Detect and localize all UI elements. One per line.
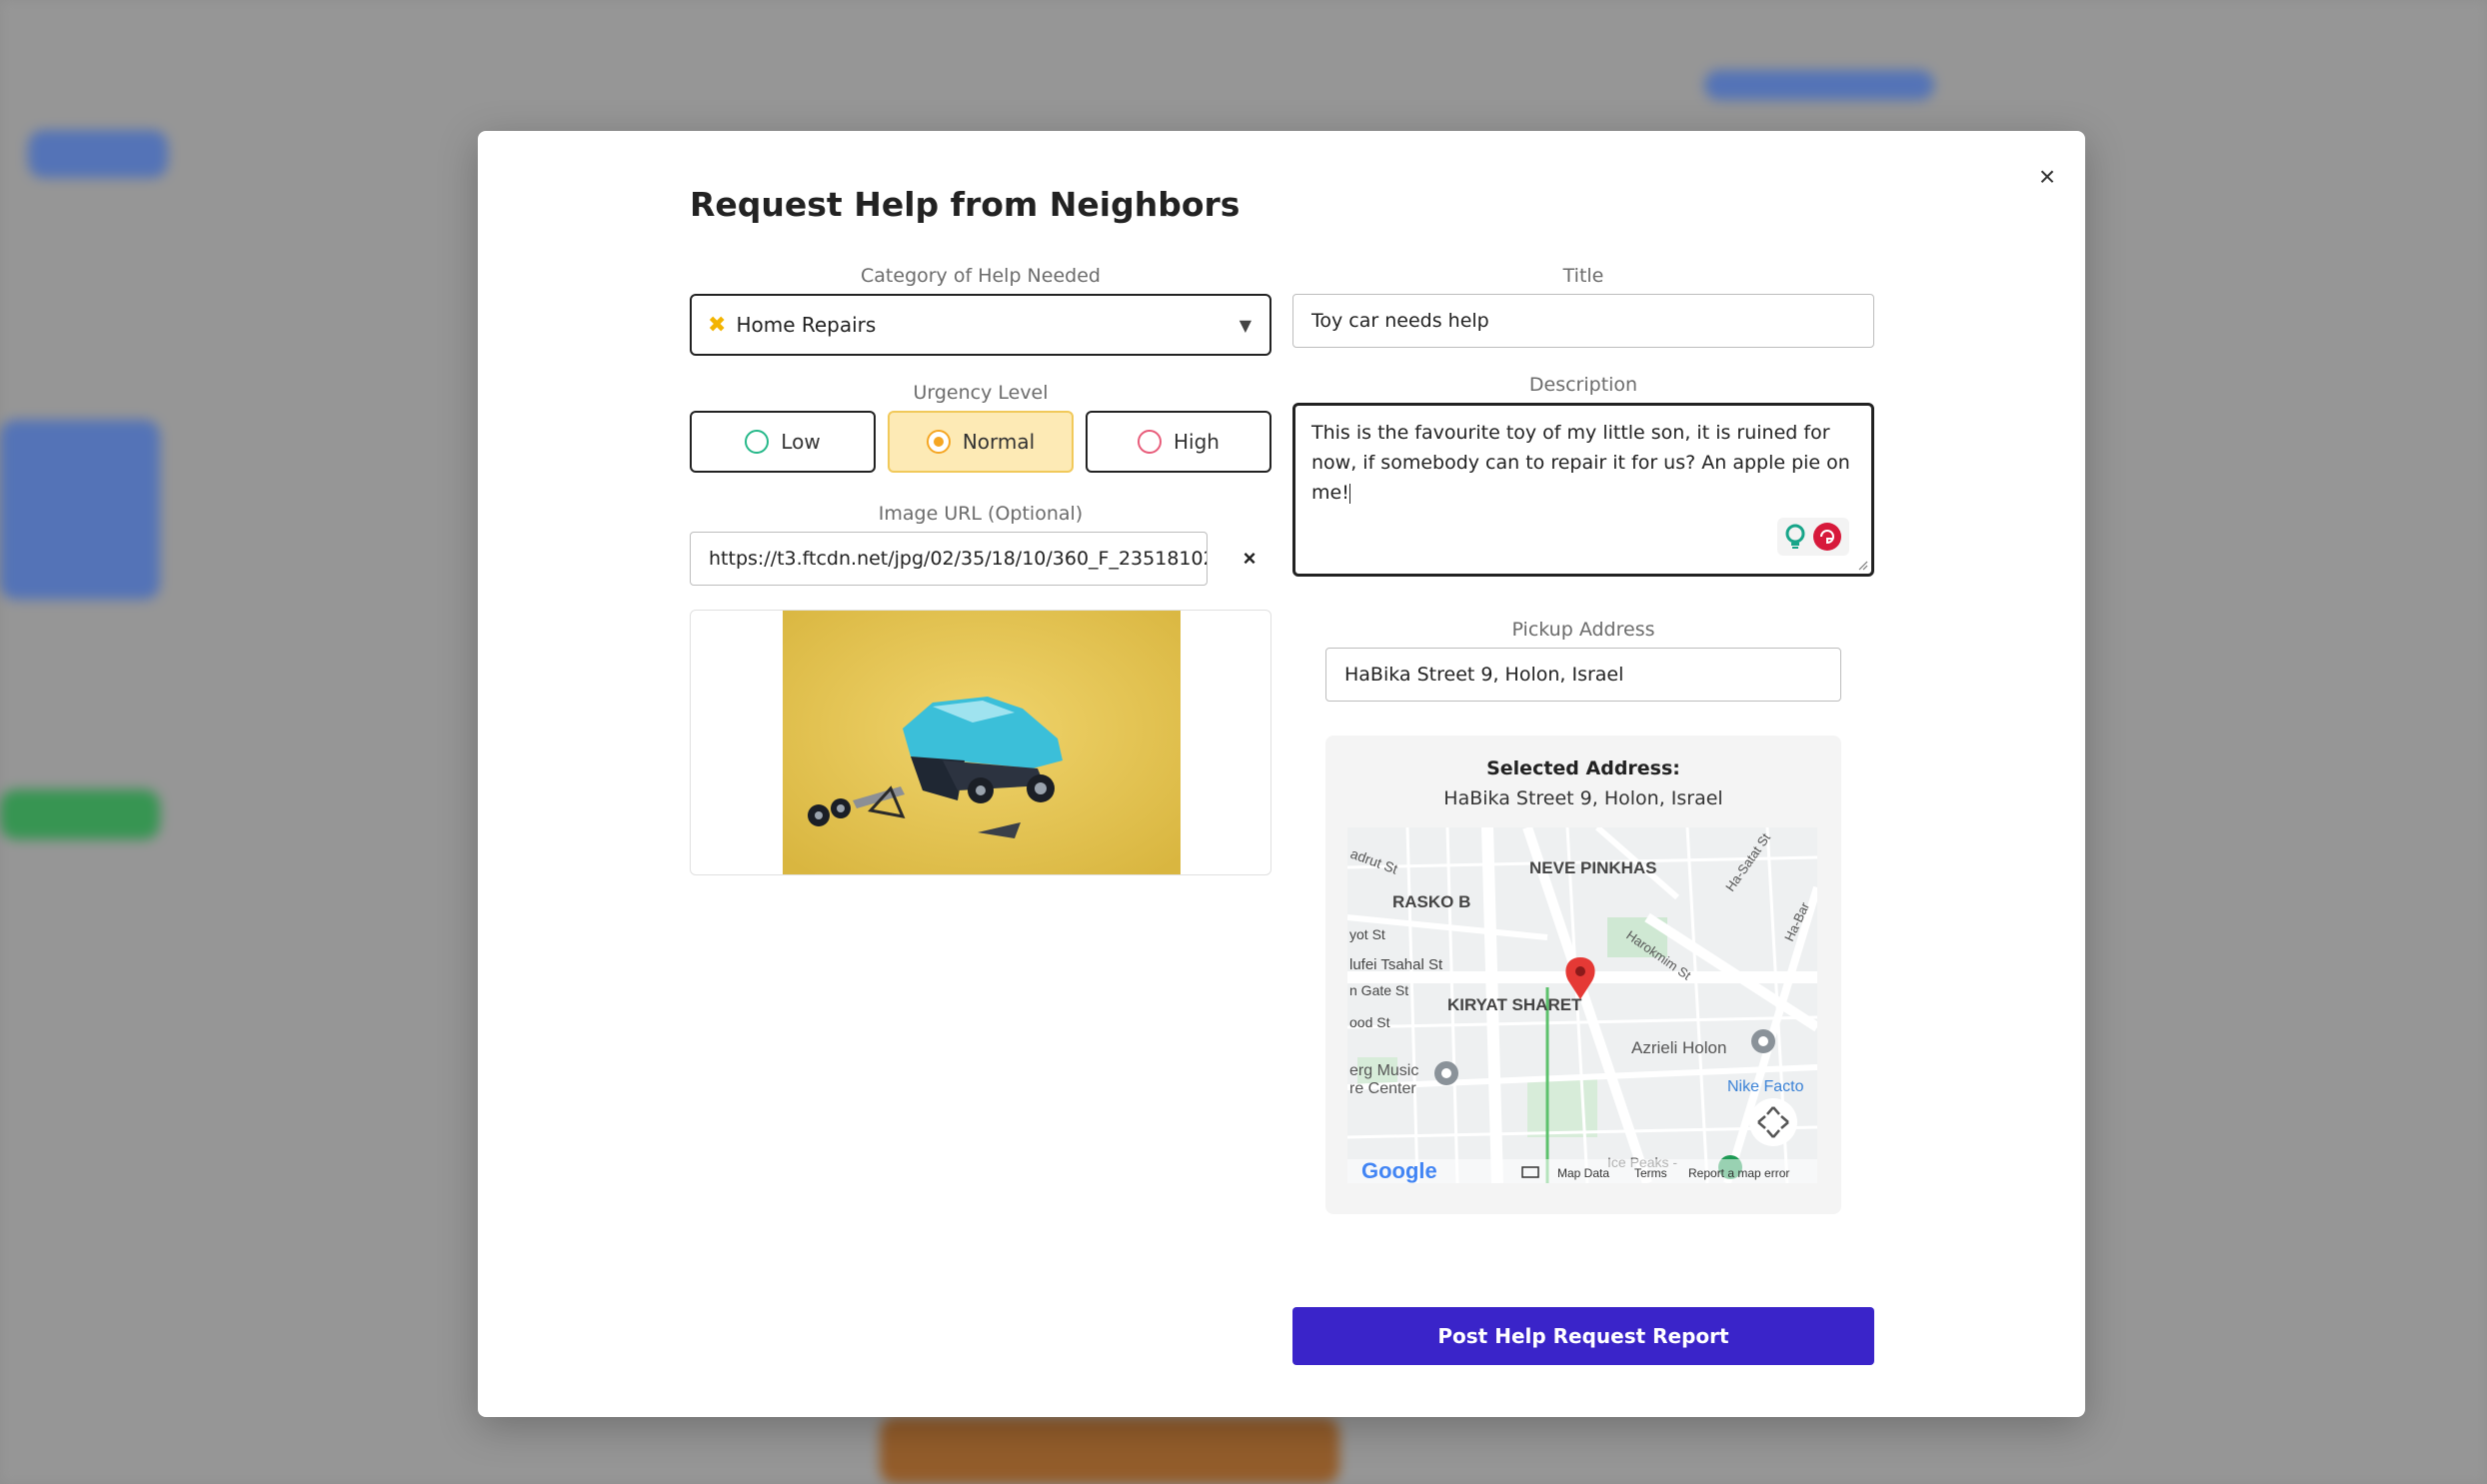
map-terms-link[interactable]: Terms	[1634, 1166, 1667, 1180]
selected-address-heading: Selected Address:	[1486, 757, 1680, 779]
urgency-normal-button[interactable]: Normal	[888, 411, 1074, 473]
map-label-neve-pinkhas: NEVE PINKHAS	[1529, 858, 1657, 877]
map-place-music-center-2: re Center	[1349, 1080, 1416, 1097]
map-label-kiryat-sharet: KIRYAT SHARET	[1447, 995, 1582, 1014]
image-preview	[690, 610, 1271, 875]
urgency-normal-label: Normal	[962, 430, 1036, 454]
title-input[interactable]: Toy car needs help	[1292, 294, 1874, 348]
urgency-low-button[interactable]: Low	[690, 411, 876, 473]
map-street-label: n Gate St	[1349, 982, 1408, 998]
map-street-label: lufei Tsahal St	[1349, 956, 1443, 973]
close-button[interactable]: ×	[2029, 159, 2065, 195]
map-place-music-center: erg Music	[1349, 1062, 1418, 1079]
urgency-options: Low Normal High	[690, 411, 1271, 473]
pickup-label: Pickup Address	[1511, 619, 1655, 641]
map-place-azrieli: Azrieli Holon	[1631, 1038, 1726, 1057]
radio-icon	[745, 430, 770, 454]
toy-car-photo	[783, 611, 1181, 874]
google-logo: Google	[1361, 1158, 1437, 1183]
description-text: This is the favourite toy of my little s…	[1311, 422, 1850, 504]
tools-icon: ✖	[708, 312, 727, 338]
post-help-request-button[interactable]: Post Help Request Report	[1292, 1307, 1874, 1365]
clear-url-button[interactable]: ×	[1230, 539, 1269, 579]
text-cursor	[1348, 483, 1350, 504]
fullscreen-button[interactable]	[1749, 1098, 1797, 1146]
map-place-nike: Nike Facto	[1727, 1078, 1804, 1095]
category-select[interactable]: ✖ Home Repairs ▼	[690, 294, 1271, 356]
selected-address-value: HaBika Street 9, Holon, Israel	[1443, 787, 1723, 809]
image-url-row: https://t3.ftcdn.net/jpg/02/35/18/10/360…	[690, 532, 1271, 586]
right-column: Title Toy car needs help Description Thi…	[1292, 265, 1874, 1214]
urgency-high-label: High	[1174, 430, 1220, 454]
title-label: Title	[1562, 265, 1604, 287]
map[interactable]: NEVE PINKHAS RASKO B KIRYAT SHARET adrut…	[1347, 827, 1817, 1183]
request-help-modal: × Request Help from Neighbors Category o…	[478, 131, 2085, 1417]
map-data-link[interactable]: Map Data	[1557, 1166, 1609, 1180]
map-report-link[interactable]: Report a map error	[1688, 1166, 1789, 1180]
pickup-address-input[interactable]: HaBika Street 9, Holon, Israel	[1325, 648, 1841, 702]
map-street-label: ood St	[1349, 1014, 1390, 1030]
urgency-high-button[interactable]: High	[1086, 411, 1271, 473]
chevron-down-icon: ▼	[1239, 316, 1251, 335]
category-selected-value: Home Repairs	[736, 313, 877, 337]
urgency-label: Urgency Level	[913, 382, 1049, 404]
map-label-rasko-b: RASKO B	[1392, 892, 1470, 911]
description-label: Description	[1528, 374, 1638, 396]
map-street-label: yot St	[1349, 926, 1385, 942]
left-column: Category of Help Needed ✖ Home Repairs ▼…	[690, 265, 1271, 875]
writing-assistant-widget[interactable]	[1777, 518, 1849, 556]
modal-title: Request Help from Neighbors	[690, 185, 1241, 224]
grammar-assistant-icon	[1813, 523, 1841, 551]
lightbulb-icon	[1785, 524, 1805, 549]
resize-handle-icon[interactable]	[1856, 559, 1868, 571]
category-label: Category of Help Needed	[861, 265, 1101, 287]
selected-address-card: Selected Address: HaBika Street 9, Holon…	[1325, 736, 1841, 1214]
image-url-input[interactable]: https://t3.ftcdn.net/jpg/02/35/18/10/360…	[690, 532, 1208, 586]
pickup-section: Pickup Address HaBika Street 9, Holon, I…	[1325, 619, 1841, 1214]
radio-selected-icon	[926, 430, 951, 454]
description-textarea[interactable]: This is the favourite toy of my little s…	[1292, 403, 1874, 577]
urgency-low-label: Low	[781, 430, 821, 454]
image-url-label: Image URL (Optional)	[878, 503, 1084, 525]
radio-icon	[1138, 430, 1163, 454]
